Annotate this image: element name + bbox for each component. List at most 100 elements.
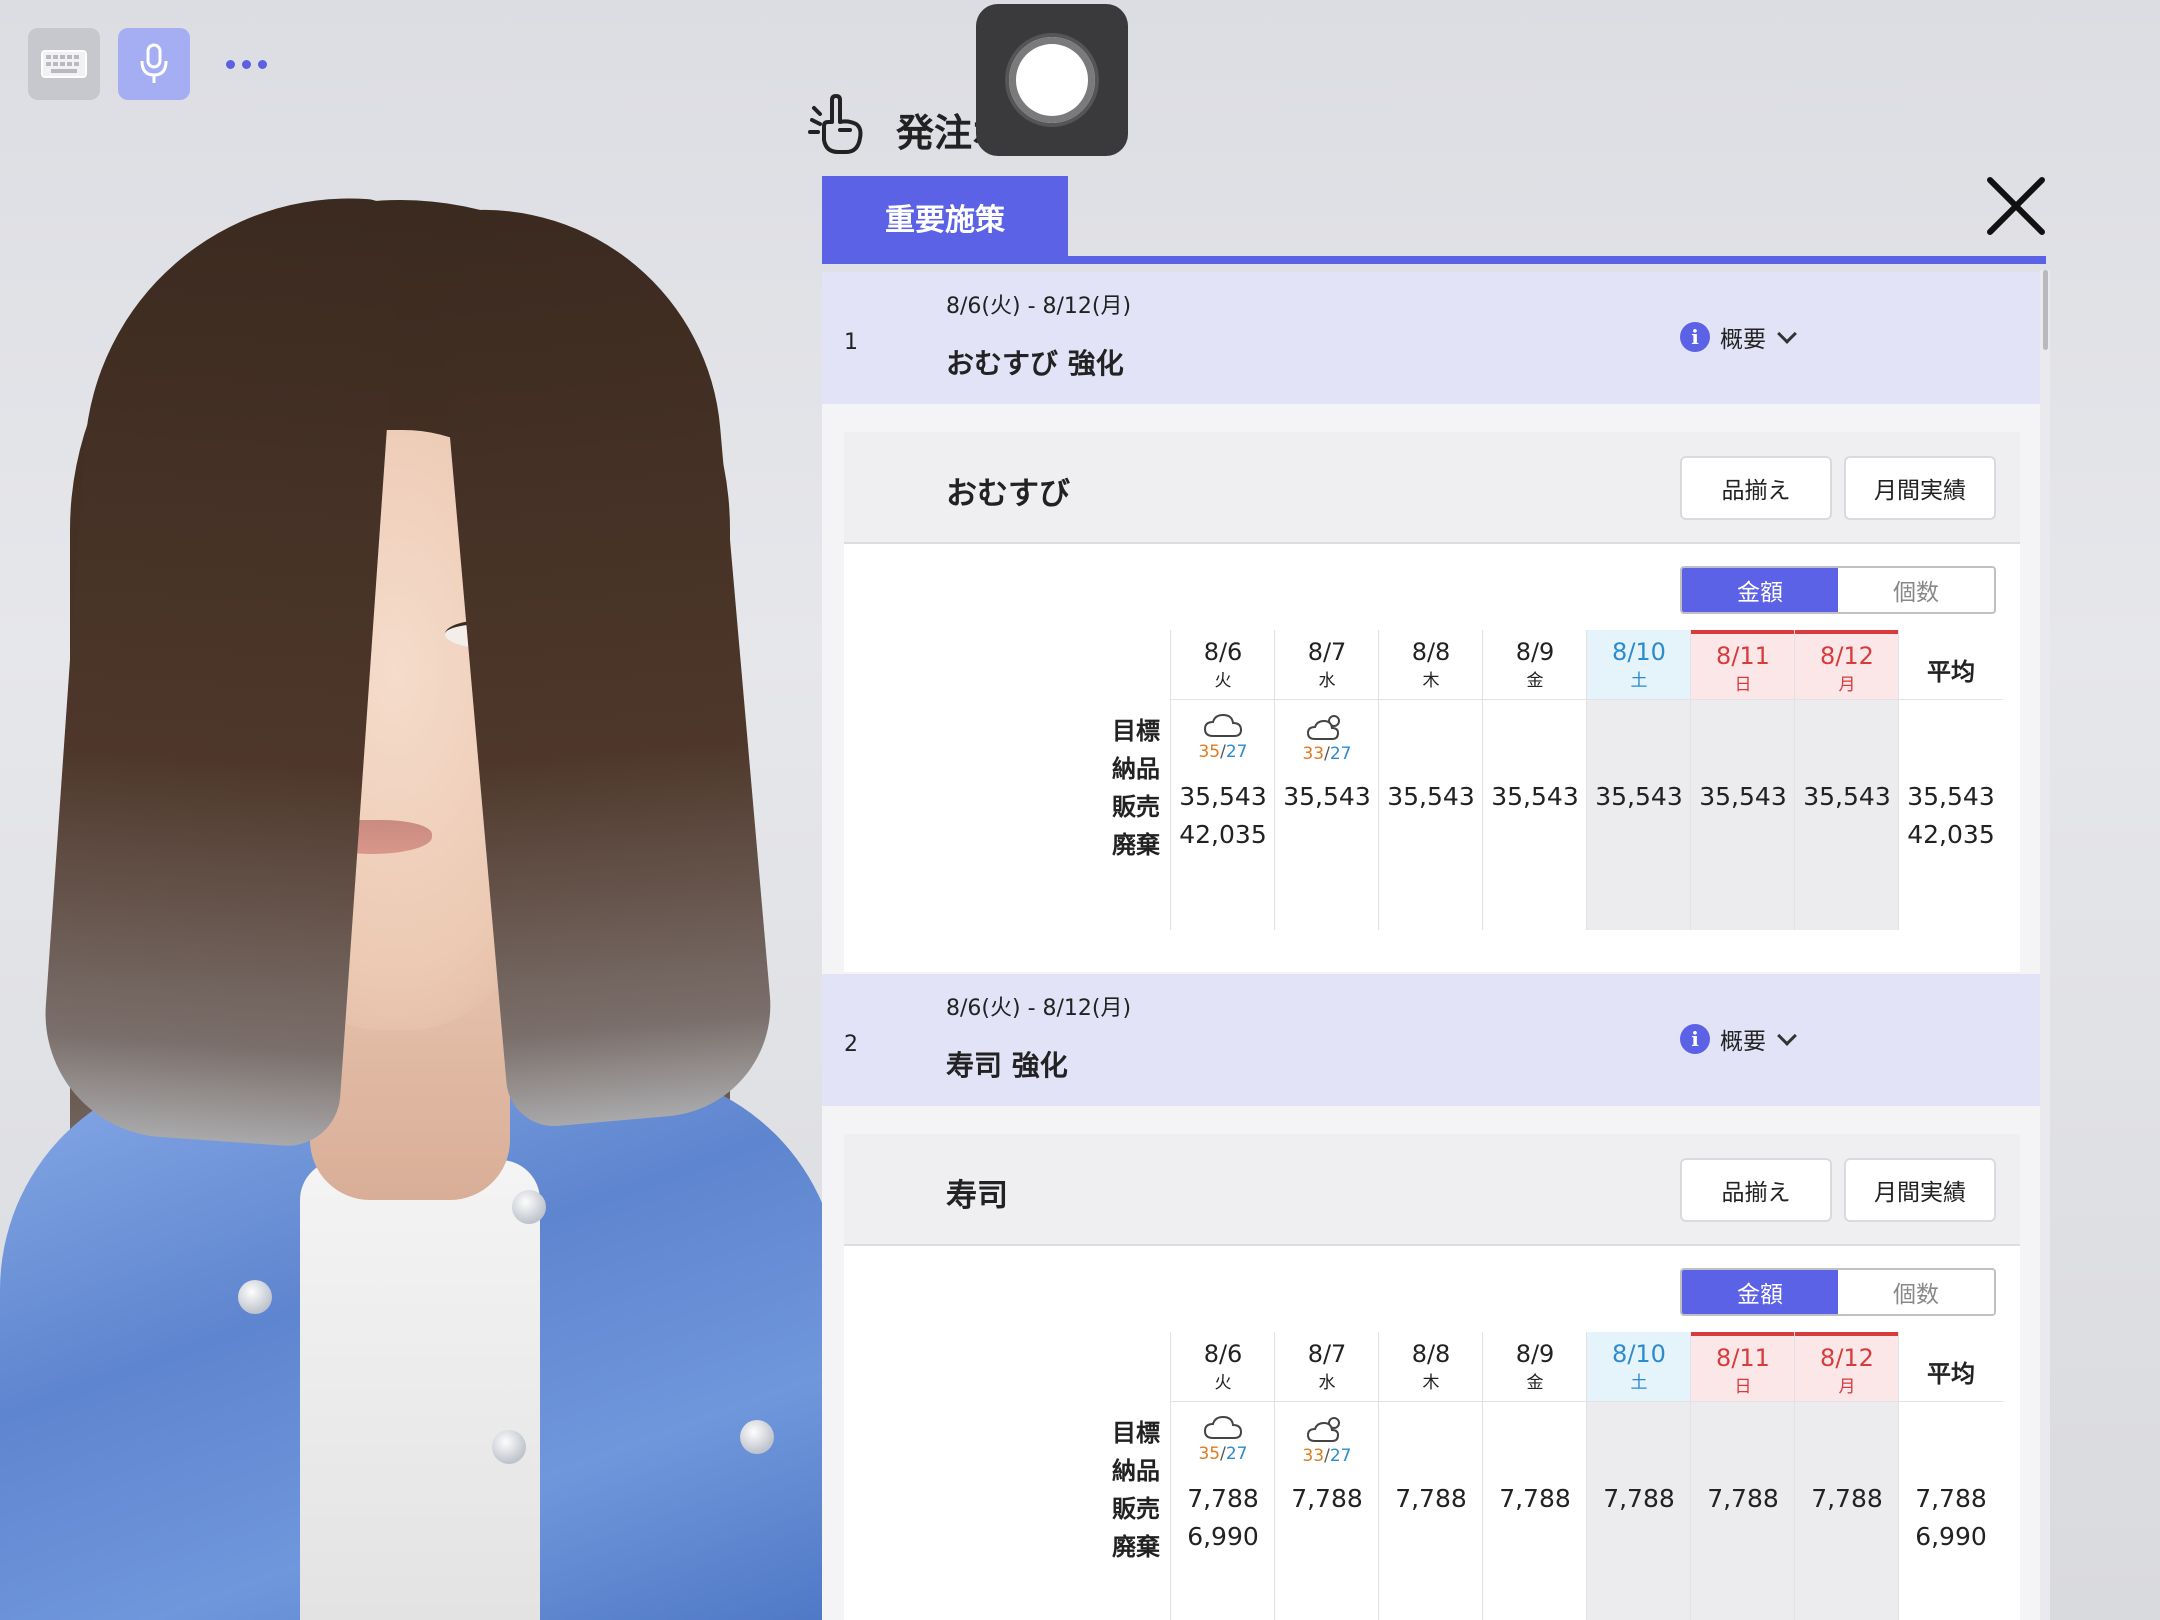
product-card-header: おむすび 品揃え 月間実績	[844, 432, 2020, 544]
toggle-amount[interactable]: 金額	[1682, 568, 1838, 612]
more-button[interactable]	[210, 28, 282, 100]
day-weekday: 日	[1734, 675, 1752, 695]
amount-count-toggle[interactable]: 金額 個数	[1680, 1268, 1996, 1316]
partly-cloudy-icon	[1275, 712, 1379, 742]
day-date: 8/10	[1612, 1340, 1666, 1368]
monthly-results-button[interactable]: 月間実績	[1844, 1158, 1996, 1222]
day-date: 8/8	[1411, 638, 1451, 666]
chevron-down-icon	[1777, 1026, 1797, 1046]
tab-key-measures[interactable]: 重要施策	[822, 176, 1068, 258]
day-column: 8/9 金 35,543	[1482, 630, 1587, 930]
weather-forecast: 33/27	[1275, 712, 1379, 764]
amount-count-toggle[interactable]: 金額 個数	[1680, 566, 1996, 614]
avatar-shirt-button	[740, 1420, 774, 1454]
measures-panel[interactable]: 1 8/6(火) - 8/12(月) おむすび 強化 i 概要 おむすび 品揃え…	[822, 272, 2046, 1620]
target-value: 35,543	[1283, 782, 1371, 811]
target-value: 7,788	[1603, 1484, 1675, 1513]
target-value: 7,788	[1395, 1484, 1467, 1513]
measure-period: 8/6(火) - 8/12(月)	[946, 294, 1132, 319]
scrollbar-thumb[interactable]	[2043, 270, 2048, 350]
day-weekday: 火	[1214, 1373, 1232, 1393]
summary-label: 概要	[1720, 1029, 1766, 1055]
target-value: 35,543	[1699, 782, 1787, 811]
average-column: 平均 35,543 42,035	[1898, 630, 2003, 930]
day-date: 8/12	[1820, 642, 1874, 670]
target-value: 7,788	[1499, 1484, 1571, 1513]
target-value: 7,788	[1187, 1484, 1259, 1513]
temp-low: 27	[1329, 744, 1352, 764]
product-card-header: 寿司 品揃え 月間実績	[844, 1134, 2020, 1246]
row-label-target: 目標	[1112, 1419, 1160, 1447]
summary-toggle[interactable]: i 概要	[1680, 1022, 1797, 1056]
temp-high: 33	[1302, 744, 1325, 764]
day-column: 8/11 日 7,788	[1690, 1332, 1795, 1620]
temp-low: 27	[1225, 1444, 1248, 1464]
toggle-count[interactable]: 個数	[1838, 1270, 1994, 1314]
day-weekday: 木	[1422, 1373, 1440, 1393]
toggle-amount[interactable]: 金額	[1682, 1270, 1838, 1314]
lineup-button[interactable]: 品揃え	[1680, 456, 1832, 520]
toggle-count[interactable]: 個数	[1838, 568, 1994, 612]
cloudy-icon	[1171, 1414, 1275, 1442]
delivery-value: 6,990	[1187, 1522, 1259, 1551]
scrollbar[interactable]	[2040, 270, 2050, 1620]
target-value: 35,543	[1595, 782, 1683, 811]
day-column: 8/11 日 35,543	[1690, 630, 1795, 930]
partly-cloudy-icon	[1275, 1414, 1379, 1444]
cloudy-icon	[1171, 712, 1275, 740]
temp-high: 33	[1302, 1446, 1325, 1466]
day-header: 8/10 土	[1587, 1332, 1691, 1402]
day-column: 8/10 土 7,788	[1586, 1332, 1691, 1620]
target-value: 35,543	[1179, 782, 1267, 811]
average-header: 平均	[1899, 1332, 2003, 1402]
target-value: 35,543	[1387, 782, 1475, 811]
row-label-delivery: 納品	[1112, 1457, 1160, 1485]
avatar-shirt-button	[492, 1430, 526, 1464]
target-value: 7,788	[1707, 1484, 1779, 1513]
row-label-sales: 販売	[1112, 1495, 1160, 1523]
day-weekday: 土	[1630, 671, 1648, 691]
close-icon[interactable]	[1984, 174, 2048, 238]
keyboard-button[interactable]	[28, 28, 100, 100]
day-header: 8/9 金	[1483, 1332, 1587, 1402]
more-dots-icon	[225, 59, 235, 69]
microphone-icon	[140, 43, 168, 83]
keyboard-icon	[41, 50, 87, 78]
row-label-waste: 廃棄	[1112, 1533, 1160, 1561]
delivery-average: 42,035	[1907, 820, 1995, 849]
microphone-button[interactable]	[118, 28, 190, 100]
row-labels: 目標 納品 販売 廃棄	[1070, 1414, 1160, 1566]
product-title: おむすび	[946, 476, 1070, 512]
day-date: 8/10	[1612, 638, 1666, 666]
target-value: 7,788	[1811, 1484, 1883, 1513]
day-header: 8/7 水	[1275, 1332, 1379, 1402]
day-date: 8/6	[1203, 638, 1243, 666]
product-card: 寿司 品揃え 月間実績 金額 個数 目標 納品 販売 廃棄 8/6 火 35/2…	[844, 1134, 2020, 1620]
measure-period: 8/6(火) - 8/12(月)	[946, 996, 1132, 1021]
day-header: 8/10 土	[1587, 630, 1691, 700]
row-label-target: 目標	[1112, 717, 1160, 745]
screen-record-button[interactable]	[976, 4, 1128, 156]
summary-toggle[interactable]: i 概要	[1680, 320, 1797, 354]
day-column: 8/6 火 35/27 7,788 6,990	[1170, 1332, 1275, 1620]
day-column: 8/12 月 7,788	[1794, 1332, 1899, 1620]
day-date: 8/7	[1307, 1340, 1347, 1368]
day-header: 8/6 火	[1171, 1332, 1275, 1402]
average-header: 平均	[1899, 630, 2003, 700]
day-weekday: 月	[1838, 1377, 1856, 1397]
day-column: 8/6 火 35/27 35,543 42,035	[1170, 630, 1275, 930]
day-column: 8/12 月 35,543	[1794, 630, 1899, 930]
row-label-sales: 販売	[1112, 793, 1160, 821]
measure-title: 寿司 強化	[946, 1049, 1068, 1082]
day-date: 8/11	[1716, 642, 1770, 670]
temp-low: 27	[1329, 1446, 1352, 1466]
day-weekday: 月	[1838, 675, 1856, 695]
day-header: 8/9 金	[1483, 630, 1587, 700]
day-date: 8/9	[1515, 1340, 1555, 1368]
lineup-button[interactable]: 品揃え	[1680, 1158, 1832, 1222]
record-icon	[1009, 37, 1095, 123]
monthly-results-button[interactable]: 月間実績	[1844, 456, 1996, 520]
weather-forecast: 33/27	[1275, 1414, 1379, 1466]
day-header: 8/7 水	[1275, 630, 1379, 700]
average-column: 平均 7,788 6,990	[1898, 1332, 2003, 1620]
